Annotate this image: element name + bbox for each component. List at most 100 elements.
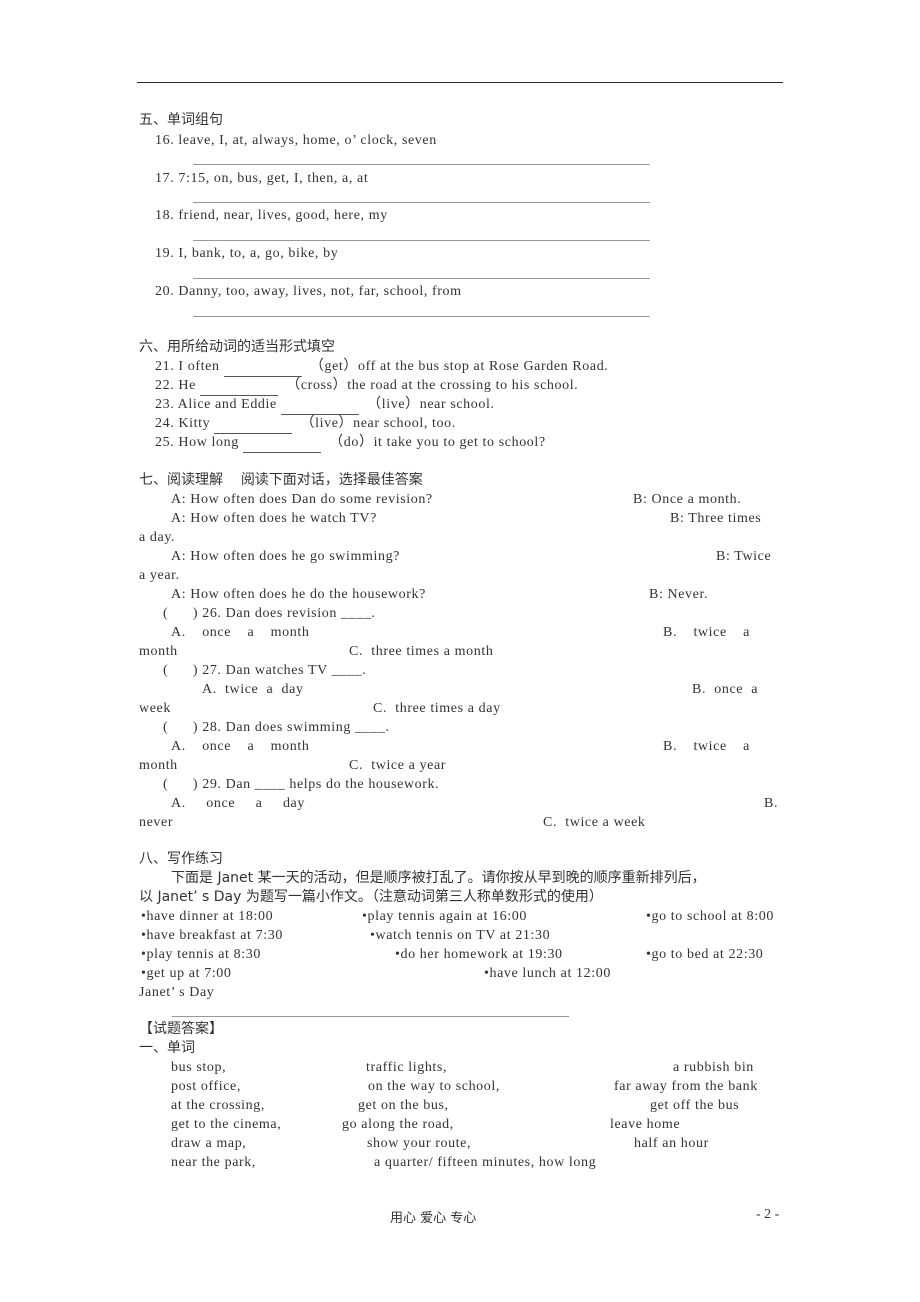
question-text: I often	[178, 359, 220, 374]
answer-item: get off the bus	[650, 1098, 740, 1113]
option-a[interactable]: A. once a day	[171, 794, 305, 813]
answer-line[interactable]	[193, 278, 650, 279]
activity-item: •go to bed at 22:30	[646, 947, 764, 962]
footer-motto: 用心 爱心 专心	[390, 1211, 477, 1226]
question-25: 25. How long （do）it take you to get to s…	[155, 433, 546, 453]
answer-bracket[interactable]: ( )	[163, 720, 198, 735]
answer-item: a quarter/ fifteen minutes, how long	[374, 1155, 597, 1170]
option-b-wrap: never	[139, 815, 174, 830]
option-c[interactable]: C. three times a month	[349, 642, 493, 661]
question-text: near school, too.	[353, 416, 456, 431]
question-text: it take you to get to school?	[373, 435, 546, 450]
option-b-wrap: month	[139, 758, 178, 773]
verb-hint: （do）	[329, 435, 374, 450]
answer-item: go along the road,	[342, 1117, 454, 1132]
activity-item: •go to school at 8:00	[646, 909, 774, 924]
answer-item: leave home	[610, 1117, 681, 1132]
answer-item: get to the cinema,	[171, 1117, 282, 1132]
question-22: 22. He （cross）the road at the crossing t…	[155, 376, 578, 396]
question-text: near school.	[419, 397, 495, 412]
answer-bracket[interactable]: ( )	[163, 606, 198, 621]
header-rule	[137, 82, 783, 83]
activity-item: •play tennis at 8:30	[141, 947, 261, 962]
question-28: ( ) 28. Dan does swimming ____.	[163, 718, 390, 737]
question-text: friend, near, lives, good, here, my	[178, 208, 388, 223]
question-text: 7:15, on, bus, get, I, then, a, at	[178, 171, 369, 186]
question-number: 19.	[155, 246, 175, 261]
question-24: 24. Kitty （live）near school, too.	[155, 414, 456, 434]
fill-blank[interactable]	[223, 357, 302, 377]
answer-item: get on the bus,	[358, 1098, 449, 1113]
answer-item: bus stop,	[171, 1060, 227, 1075]
option-b[interactable]: B. once a	[692, 680, 758, 699]
answer-line[interactable]	[193, 202, 650, 203]
question-text: Kitty	[178, 416, 211, 431]
question-number: 16.	[155, 133, 175, 148]
question-text: Alice and Eddie	[177, 397, 277, 412]
verb-hint: （live）	[367, 397, 420, 412]
section6-title: 六、用所给动词的适当形式填空	[139, 339, 335, 355]
answer-bracket[interactable]: ( )	[163, 663, 198, 678]
question-19: 19. I, bank, to, a, go, bike, by	[155, 244, 338, 263]
answer-item: traffic lights,	[366, 1060, 448, 1075]
section8-instruction: 下面是 Janet 某一天的活动，但是顺序被打乱了。请你按从早到晚的顺序重新排列…	[171, 870, 706, 886]
section7-title: 七、阅读理解 阅读下面对话，选择最佳答案	[139, 471, 423, 490]
activity-item: •have breakfast at 7:30	[141, 928, 283, 943]
option-b[interactable]: B.	[764, 794, 778, 813]
answer-line[interactable]	[193, 316, 650, 317]
answer-line[interactable]	[193, 240, 650, 241]
answers-title: 【试题答案】	[139, 1021, 223, 1037]
question-text: Danny, too, away, lives, not, far, schoo…	[178, 284, 462, 299]
answer-item: a rubbish bin	[673, 1060, 754, 1075]
section8-title: 八、写作练习	[139, 851, 223, 867]
option-a[interactable]: A. once a month	[171, 623, 309, 642]
question-text: leave, I, at, always, home, o’ clock, se…	[178, 133, 437, 148]
fill-blank[interactable]	[214, 414, 293, 434]
answers-section1-title: 一、单词	[139, 1040, 195, 1056]
activity-item: •do her homework at 19:30	[395, 947, 563, 962]
option-b-wrap: week	[139, 701, 171, 716]
section8-instruction-cont: 以 Janet’ s Day 为题写一篇小作文。（注意动词第三人称单数形式的使用…	[139, 889, 603, 905]
option-c[interactable]: C. twice a week	[543, 813, 646, 832]
answer-item: on the way to school,	[368, 1079, 500, 1094]
answer-bracket[interactable]: ( )	[163, 777, 198, 792]
option-b[interactable]: B. twice a	[663, 623, 750, 642]
activity-item: •have lunch at 12:00	[484, 966, 611, 981]
option-c[interactable]: C. three times a day	[373, 699, 501, 718]
page-number: - 2 -	[756, 1207, 780, 1222]
document-page: 五、单词组句 16. leave, I, at, always, home, o…	[0, 0, 920, 1302]
activity-item: •play tennis again at 16:00	[362, 909, 527, 924]
question-16: 16. leave, I, at, always, home, o’ clock…	[155, 131, 437, 150]
answer-item: at the crossing,	[171, 1098, 265, 1113]
question-text: I, bank, to, a, go, bike, by	[178, 246, 339, 261]
option-a[interactable]: A. once a month	[171, 737, 309, 756]
essay-title: Janet’ s Day	[139, 985, 215, 1000]
question-number: 23.	[155, 397, 175, 412]
fill-blank[interactable]	[200, 376, 279, 396]
section7-subtitle: 阅读下面对话，选择最佳答案	[240, 472, 423, 488]
verb-hint: （cross）	[286, 378, 348, 393]
section5-title: 五、单词组句	[139, 112, 223, 128]
answer-line[interactable]	[193, 164, 650, 165]
question-27: ( ) 27. Dan watches TV ____.	[163, 661, 366, 680]
question-21: 21. I often （get）off at the bus stop at …	[155, 357, 608, 377]
activity-item: •have dinner at 18:00	[141, 909, 274, 924]
dialogue-b: B: Once a month.	[633, 492, 742, 507]
dialogue-b: B: Never.	[649, 587, 709, 602]
option-c[interactable]: C. twice a year	[349, 756, 446, 775]
dialogue-a: A: How often does he watch TV?	[171, 511, 377, 526]
activity-item: •get up at 7:00	[141, 966, 232, 981]
dialogue-a: A: How often does he do the housework?	[171, 587, 426, 602]
question-text: 26. Dan does revision ____.	[202, 606, 376, 621]
fill-blank[interactable]	[280, 395, 359, 415]
section7-heading: 七、阅读理解	[139, 472, 223, 488]
option-a[interactable]: A. twice a day	[202, 680, 304, 699]
question-text: off at the bus stop at Rose Garden Road.	[357, 359, 609, 374]
dialogue-b: B: Three times	[670, 511, 762, 526]
option-b[interactable]: B. twice a	[663, 737, 750, 756]
essay-answer-line[interactable]	[172, 1016, 569, 1017]
fill-blank[interactable]	[242, 433, 321, 453]
dialogue-b-wrap: a year.	[139, 568, 180, 583]
answer-item: show your route,	[367, 1136, 472, 1151]
answer-item: post office,	[171, 1079, 241, 1094]
